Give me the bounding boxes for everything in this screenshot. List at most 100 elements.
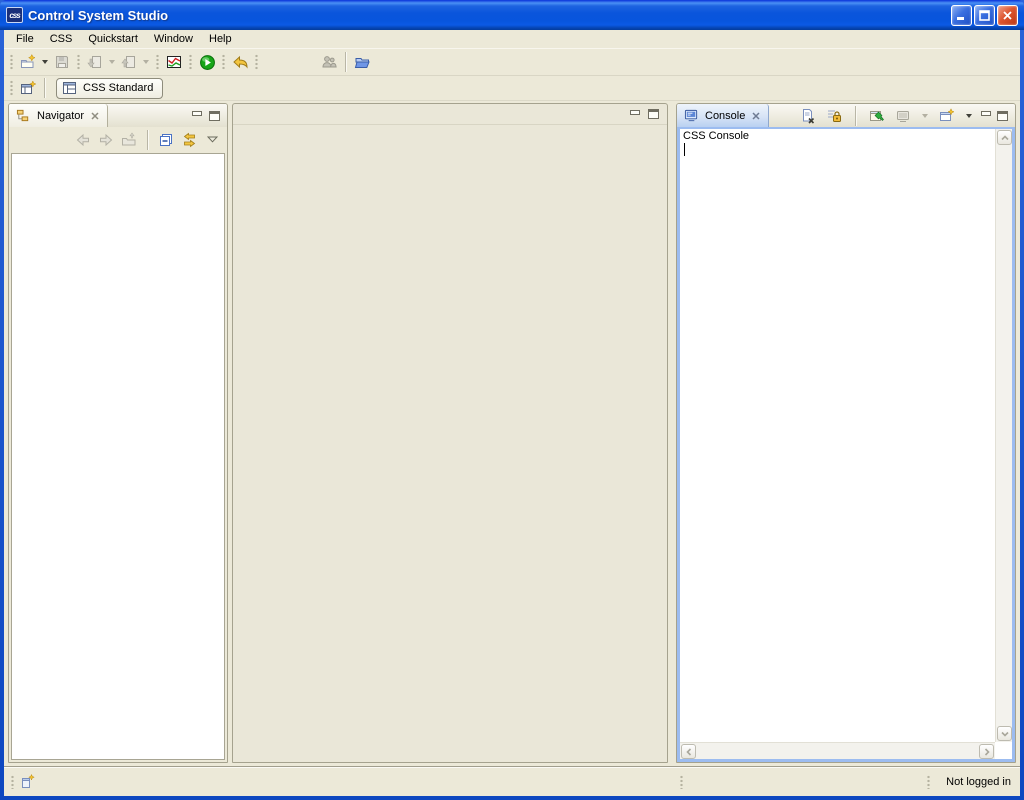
toolbar-grip[interactable] [255, 54, 258, 70]
navigator-toolbar [9, 127, 227, 152]
menu-bar: File CSS Quickstart Window Help [4, 30, 1020, 48]
pin-console-button[interactable] [867, 106, 887, 126]
statusbar-grip[interactable] [11, 775, 14, 789]
minimize-view-icon[interactable] [981, 111, 991, 116]
up-icon [121, 132, 137, 148]
import-icon [87, 54, 103, 70]
menu-css[interactable]: CSS [42, 31, 81, 47]
toolbar-grip[interactable] [77, 54, 80, 70]
perspective-css-standard[interactable]: CSS Standard [56, 78, 163, 99]
export-dropdown[interactable] [143, 60, 149, 64]
minimize-view-icon[interactable] [192, 111, 202, 116]
maximize-view-icon[interactable] [209, 111, 220, 121]
console-tab-row: Console [677, 104, 1015, 127]
back-icon [75, 132, 91, 148]
toolbar-grip[interactable] [189, 54, 192, 70]
menu-quickstart[interactable]: Quickstart [80, 31, 146, 47]
close-tab-icon[interactable] [90, 111, 100, 121]
toolbar-separator [345, 52, 346, 72]
open-perspective-icon [20, 80, 37, 97]
maximize-editor-icon[interactable] [648, 109, 659, 119]
perspective-icon [62, 80, 78, 96]
tab-console[interactable]: Console [677, 104, 769, 127]
menu-file[interactable]: File [8, 31, 42, 47]
toolbar-grip[interactable] [10, 80, 13, 96]
new-wizard-dropdown[interactable] [42, 60, 48, 64]
console-panel: Console [676, 103, 1016, 763]
run-icon [199, 54, 216, 71]
scroll-left-button[interactable] [681, 744, 696, 759]
open-perspective-button[interactable] [17, 77, 39, 99]
console-toolbar-separator [855, 106, 856, 126]
horizontal-scrollbar[interactable] [680, 742, 995, 759]
new-wizard-icon [20, 54, 36, 70]
toolbar-grip[interactable] [156, 54, 159, 70]
data-browser-button[interactable] [163, 51, 185, 73]
console-icon [684, 108, 699, 123]
close-tab-icon[interactable] [751, 111, 761, 121]
window-title: Control System Studio [28, 8, 168, 23]
menu-window[interactable]: Window [146, 31, 201, 47]
open-file-icon [354, 54, 371, 70]
view-menu-button[interactable] [202, 130, 222, 150]
data-browser-icon [166, 54, 182, 70]
navigator-tree[interactable] [11, 153, 225, 760]
import-button[interactable] [84, 51, 106, 73]
minimize-icon [956, 10, 967, 21]
minimize-button[interactable] [951, 5, 972, 26]
clear-console-button[interactable] [798, 106, 818, 126]
navigator-toolbar-separator [147, 130, 148, 150]
vertical-scrollbar[interactable] [995, 129, 1012, 742]
save-button[interactable] [51, 51, 73, 73]
statusbar-grip[interactable] [927, 775, 930, 789]
maximize-button[interactable] [974, 5, 995, 26]
display-console-dropdown[interactable] [922, 114, 928, 118]
main-toolbar [4, 48, 1020, 76]
login-button[interactable] [318, 51, 340, 73]
tab-navigator[interactable]: Navigator [9, 104, 108, 127]
new-wizard-button[interactable] [17, 51, 39, 73]
perspective-label: CSS Standard [83, 82, 153, 94]
collapse-all-button[interactable] [156, 130, 176, 150]
menu-help[interactable]: Help [201, 31, 240, 47]
navigator-tab-row: Navigator [9, 104, 227, 127]
scroll-lock-icon [826, 108, 842, 124]
save-icon [54, 54, 70, 70]
app-icon: css [6, 7, 23, 23]
export-icon [121, 54, 137, 70]
toolbar-grip[interactable] [222, 54, 225, 70]
statusbar-grip[interactable] [680, 775, 683, 789]
editor-empty-body [233, 125, 667, 763]
link-with-editor-button[interactable] [179, 130, 199, 150]
open-console-button[interactable] [937, 106, 957, 126]
workspace: Navigator [4, 101, 1020, 766]
scroll-lock-button[interactable] [824, 106, 844, 126]
console-text-area[interactable]: CSS Console [680, 129, 995, 742]
nav-forward-button[interactable] [96, 130, 116, 150]
login-icon [321, 54, 337, 70]
close-button[interactable] [997, 5, 1018, 26]
open-console-dropdown[interactable] [966, 114, 972, 118]
scroll-up-button[interactable] [997, 130, 1012, 145]
open-console-icon [939, 108, 955, 124]
maximize-icon [979, 10, 990, 21]
clear-console-icon [800, 108, 816, 124]
fast-view-button[interactable] [20, 773, 37, 793]
navigator-panel: Navigator [8, 103, 228, 763]
display-console-button[interactable] [893, 106, 913, 126]
run-button[interactable] [196, 51, 218, 73]
back-history-button[interactable] [229, 51, 251, 73]
export-button[interactable] [118, 51, 140, 73]
scroll-right-button[interactable] [979, 744, 994, 759]
toolbar-grip[interactable] [10, 54, 13, 70]
import-dropdown[interactable] [109, 60, 115, 64]
pin-console-icon [869, 108, 885, 124]
display-console-icon [895, 108, 911, 124]
maximize-view-icon[interactable] [997, 111, 1008, 121]
title-bar[interactable]: css Control System Studio [0, 0, 1024, 30]
nav-back-button[interactable] [73, 130, 93, 150]
minimize-editor-icon[interactable] [630, 110, 640, 115]
scroll-down-button[interactable] [997, 726, 1012, 741]
open-file-button[interactable] [351, 51, 373, 73]
nav-up-button[interactable] [119, 130, 139, 150]
